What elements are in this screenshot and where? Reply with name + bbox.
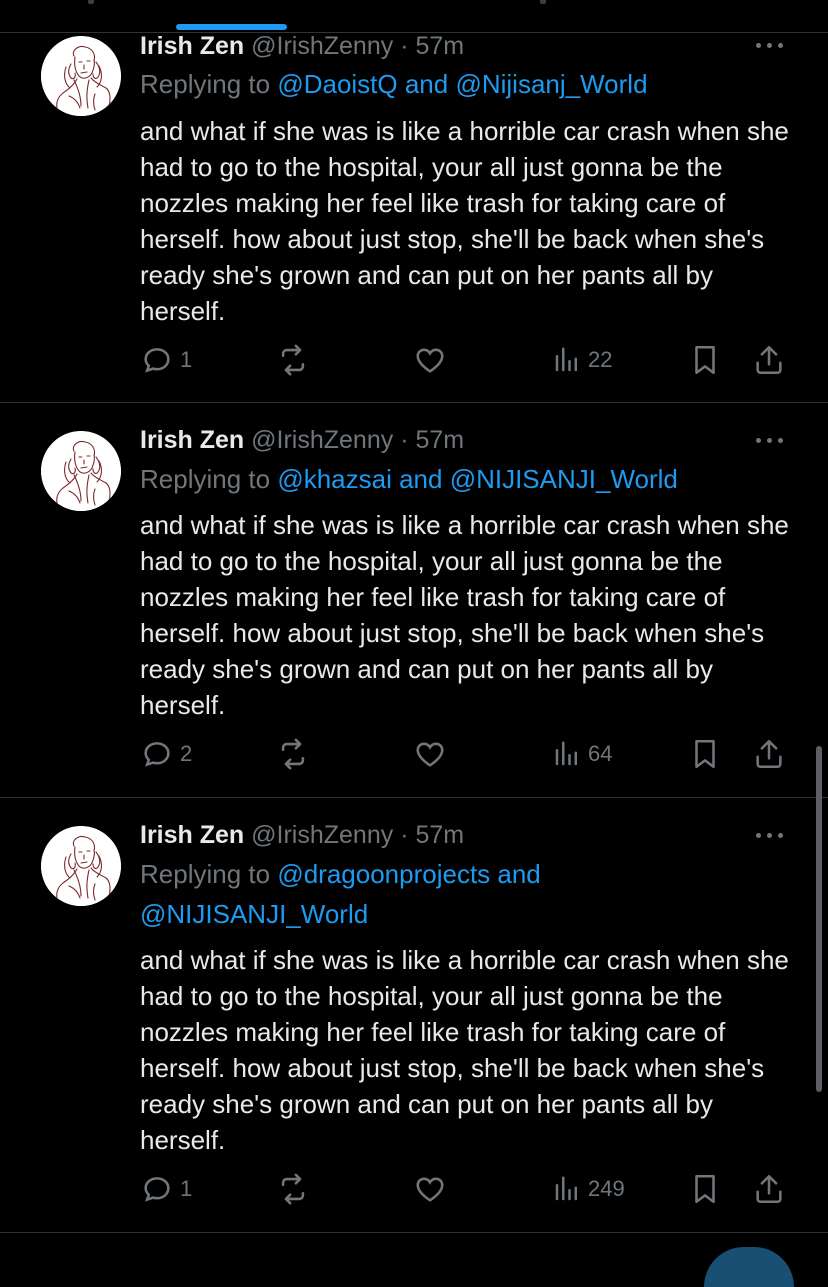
reply-mentions[interactable]: @khazsai and @NIJISANJI_World [277,464,678,494]
retweet-icon [281,1173,305,1205]
tweet[interactable]: Irish Zen @IrishZenny · 57m Replying to … [0,403,828,798]
retweet-icon [281,344,305,376]
reply-action[interactable]: 1 [140,1172,192,1206]
replying-to: Replying to @dragoonprojects and @NIJISA… [140,854,780,934]
tweet-header: Irish Zen @IrishZenny · 57m [140,820,464,850]
author-name[interactable]: Irish Zen [140,32,244,60]
tweet[interactable]: Irish Zen @IrishZenny · 57m Replying to … [0,31,828,403]
like-action[interactable] [413,343,447,377]
timestamp[interactable]: 57m [415,426,464,454]
reply-count: 1 [180,1176,193,1201]
reply-count: 2 [180,741,193,766]
share-icon [756,345,782,375]
views-icon [555,1176,577,1201]
views-action[interactable]: 22 [552,343,612,377]
share-icon [756,1174,782,1204]
like-action[interactable] [413,737,447,771]
views-icon [555,741,577,766]
author-handle[interactable]: @IrishZenny [251,32,393,60]
more-icon[interactable] [754,436,786,446]
author-name[interactable]: Irish Zen [140,426,244,454]
timestamp[interactable]: 57m [415,821,464,849]
retweet-action[interactable] [275,343,311,377]
tweet-text: and what if she was is like a horrible c… [140,116,789,326]
timestamp[interactable]: 57m [415,32,464,60]
tab-fragment [540,0,546,4]
separator: · [400,821,409,849]
reply-mentions[interactable]: @NIJISANJI_World [140,899,368,929]
retweet-icon [281,738,305,770]
reply-mentions[interactable]: @dragoonprojects and [277,859,540,889]
bookmark-icon [695,1174,715,1204]
like-action[interactable] [413,1172,447,1206]
views-icon [555,347,577,372]
view-count: 64 [588,741,613,766]
tweet-header: Irish Zen @IrishZenny · 57m [140,425,464,455]
bookmark-action[interactable] [688,1172,722,1206]
author-handle[interactable]: @IrishZenny [251,426,393,454]
retweet-action[interactable] [275,1172,311,1206]
more-icon[interactable] [754,831,786,841]
scrollbar[interactable] [816,746,822,1092]
bookmark-icon [695,345,715,375]
reply-count: 1 [180,347,193,372]
reply-action[interactable]: 1 [140,343,192,377]
comment-icon [144,1177,170,1202]
tweet-text: and what if she was is like a horrible c… [140,945,789,1155]
tab-bar [0,0,828,33]
active-tab-indicator [176,24,287,30]
tweet-header: Irish Zen @IrishZenny · 57m [140,31,464,61]
replying-prefix: Replying to [140,859,271,889]
replying-prefix: Replying to [140,69,271,99]
comment-icon [144,348,170,373]
tab-fragment [88,0,94,4]
bookmark-action[interactable] [688,343,722,377]
reply-mentions[interactable]: @DaoistQ and @Nijisanj_World [277,69,647,99]
retweet-action[interactable] [275,737,311,771]
share-action[interactable] [752,343,786,377]
compose-button[interactable] [704,1247,794,1287]
bookmark-icon [695,739,715,769]
heart-icon [416,742,444,767]
tweet-text: and what if she was is like a horrible c… [140,510,789,720]
tweet[interactable]: Irish Zen @IrishZenny · 57m Replying to … [0,798,828,1233]
views-action[interactable]: 64 [552,737,612,771]
share-action[interactable] [752,737,786,771]
view-count: 22 [588,347,613,372]
views-action[interactable]: 249 [552,1172,625,1206]
heart-icon [416,1177,444,1202]
avatar[interactable] [41,826,121,906]
share-icon [756,739,782,769]
avatar[interactable] [41,36,121,116]
more-icon[interactable] [754,41,786,51]
replying-to: Replying to @DaoistQ and @Nijisanj_World [140,64,780,104]
reply-action[interactable]: 2 [140,737,192,771]
view-count: 249 [588,1176,625,1201]
bookmark-action[interactable] [688,737,722,771]
author-handle[interactable]: @IrishZenny [251,821,393,849]
share-action[interactable] [752,1172,786,1206]
replying-to: Replying to @khazsai and @NIJISANJI_Worl… [140,459,780,499]
separator: · [400,426,409,454]
separator: · [400,32,409,60]
heart-icon [416,348,444,373]
author-name[interactable]: Irish Zen [140,821,244,849]
avatar[interactable] [41,431,121,511]
replying-prefix: Replying to [140,464,271,494]
comment-icon [144,742,170,767]
